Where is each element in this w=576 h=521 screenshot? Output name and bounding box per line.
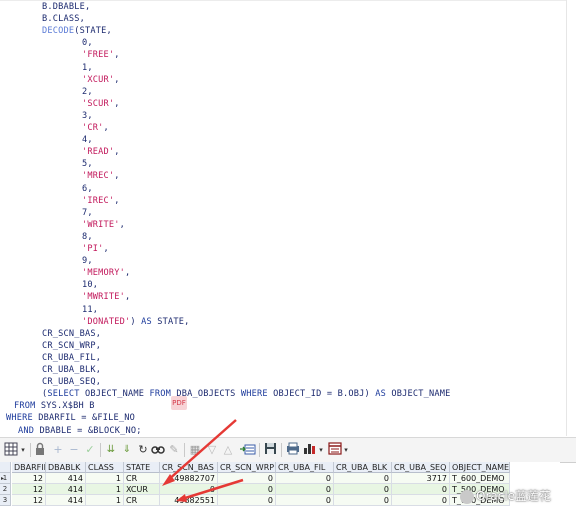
wechat-watermark: Oracle蓝莲花 (460, 487, 576, 507)
wechat-icon (460, 489, 474, 504)
arrow-to-row3-state (176, 478, 244, 502)
annotation-arrows (162, 419, 244, 502)
watermark-text: Oracle蓝莲花 (476, 489, 552, 503)
arrow-to-row1-state (162, 419, 237, 486)
